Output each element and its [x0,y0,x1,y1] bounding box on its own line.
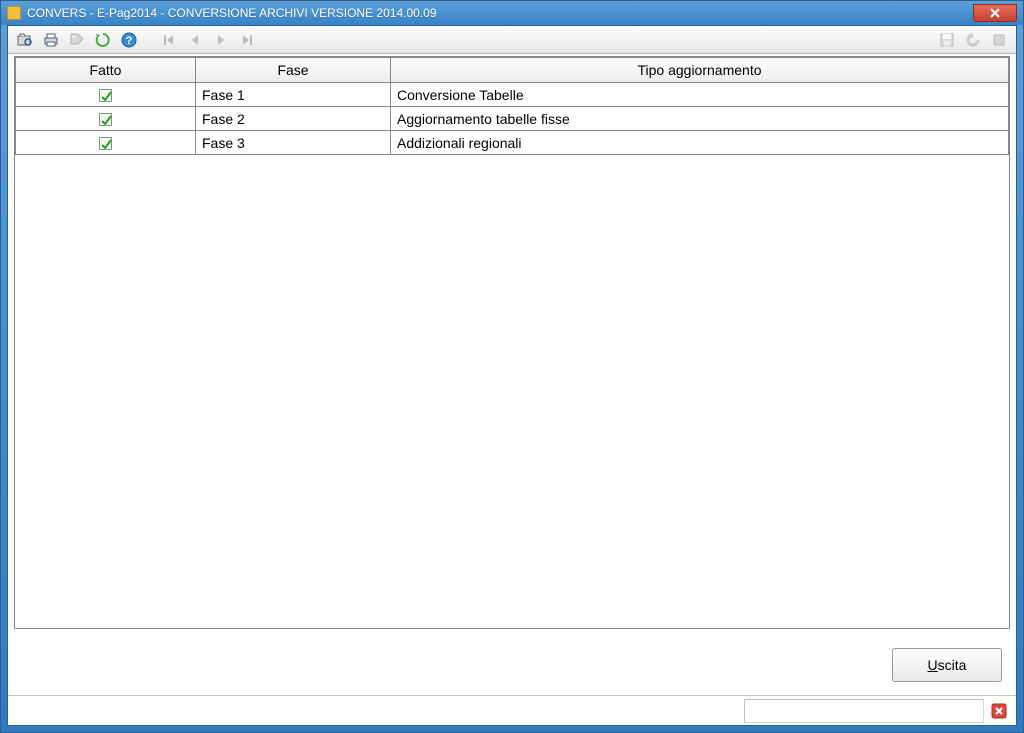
save-icon [938,31,956,49]
exit-button[interactable]: Uscita [892,648,1002,682]
cell-tipo[interactable]: Conversione Tabelle [391,83,1009,107]
titlebar: CONVERS - E-Pag2014 - CONVERSIONE ARCHIV… [1,1,1023,25]
toolbar: ? [8,26,1016,54]
nav-first-icon [161,32,177,48]
svg-text:?: ? [126,35,133,47]
window-close-button[interactable] [973,4,1017,22]
cell-fase[interactable]: Fase 3 [196,131,391,155]
nav-prev-button [183,28,207,52]
close-icon [991,703,1007,719]
refresh-icon [94,31,112,49]
printer-icon [42,31,60,49]
table-header-row: Fatto Fase Tipo aggiornamento [16,58,1009,83]
print-button[interactable] [39,28,63,52]
table-row[interactable]: Fase 1Conversione Tabelle [16,83,1009,107]
status-panel [744,699,984,723]
statusbar [8,695,1016,725]
status-close-button[interactable] [990,702,1008,720]
open-button[interactable] [13,28,37,52]
checkbox-checked-icon[interactable] [99,137,112,150]
footer: Uscita [8,635,1016,695]
cell-tipo[interactable]: Aggiornamento tabelle fisse [391,107,1009,131]
exit-button-rest: scita [938,657,967,673]
app-icon [7,6,21,20]
table-row[interactable]: Fase 3Addizionali regionali [16,131,1009,155]
nav-prev-icon [187,32,203,48]
help-icon: ? [120,31,138,49]
cell-fase[interactable]: Fase 1 [196,83,391,107]
tag-button [65,28,89,52]
cell-fatto[interactable] [16,107,196,131]
column-header-fase[interactable]: Fase [196,58,391,83]
nav-next-icon [213,32,229,48]
table-row[interactable]: Fase 2Aggiornamento tabelle fisse [16,107,1009,131]
data-grid[interactable]: Fatto Fase Tipo aggiornamento Fase 1Conv… [14,56,1010,629]
nav-last-icon [239,32,255,48]
refresh-button[interactable] [91,28,115,52]
checkbox-checked-icon[interactable] [99,113,112,126]
help-button[interactable]: ? [117,28,141,52]
cell-fatto[interactable] [16,131,196,155]
stop-button [987,28,1011,52]
cell-tipo[interactable]: Addizionali regionali [391,131,1009,155]
cell-fatto[interactable] [16,83,196,107]
cell-fase[interactable]: Fase 2 [196,107,391,131]
undo-button [961,28,985,52]
window-title: CONVERS - E-Pag2014 - CONVERSIONE ARCHIV… [27,6,973,20]
checkbox-checked-icon[interactable] [99,89,112,102]
column-header-tipo[interactable]: Tipo aggiornamento [391,58,1009,83]
folder-open-icon [16,31,34,49]
stop-icon [990,31,1008,49]
column-header-fatto[interactable]: Fatto [16,58,196,83]
exit-button-hotkey: U [928,657,938,673]
save-button [935,28,959,52]
undo-icon [964,31,982,49]
nav-first-button [157,28,181,52]
client-area: ? [7,25,1017,726]
tag-icon [68,31,86,49]
nav-next-button [209,28,233,52]
app-window: CONVERS - E-Pag2014 - CONVERSIONE ARCHIV… [0,0,1024,733]
nav-last-button [235,28,259,52]
